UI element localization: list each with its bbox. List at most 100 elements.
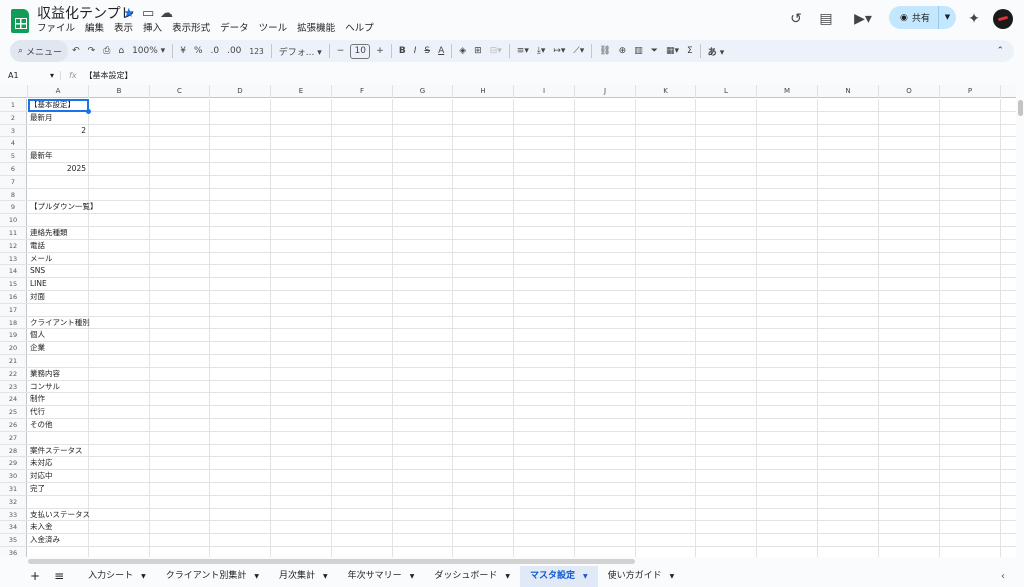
column-header[interactable]: A	[28, 85, 89, 98]
menu-item[interactable]: 編集	[85, 23, 104, 35]
italic-button[interactable]: I	[410, 46, 421, 56]
row-header[interactable]: 30	[0, 470, 27, 482]
row-header[interactable]: 14	[0, 265, 27, 278]
strikethrough-button[interactable]: S	[420, 46, 434, 56]
row-header[interactable]: 4	[0, 137, 27, 150]
vertical-scroll-thumb[interactable]	[1018, 100, 1023, 116]
insert-comment-icon[interactable]: ⊕	[615, 46, 631, 56]
share-dropdown-chevron-icon[interactable]: ▼	[938, 6, 956, 29]
row-header[interactable]: 1	[0, 99, 27, 111]
cell-a[interactable]: 連絡先種類	[28, 227, 88, 239]
paint-format-icon[interactable]: ⌂	[114, 46, 128, 56]
row-header[interactable]: 6	[0, 162, 27, 175]
row-header[interactable]: 3	[0, 124, 27, 137]
text-wrap-icon[interactable]: ↦▾	[549, 46, 569, 56]
column-header[interactable]: B	[89, 85, 150, 98]
share-button[interactable]: ◉ 共有 ▼	[889, 6, 956, 29]
row-header[interactable]: 17	[0, 303, 27, 316]
more-formats-button[interactable]: 123	[245, 47, 267, 56]
filter-icon[interactable]: ⏷	[647, 46, 662, 56]
functions-button[interactable]: Σ	[683, 46, 697, 56]
star-icon[interactable]: ★	[123, 6, 135, 21]
row-header[interactable]: 32	[0, 495, 27, 508]
merge-cells-icon[interactable]: ⊟▾	[486, 46, 506, 56]
column-header[interactable]: M	[757, 85, 818, 98]
menu-search[interactable]: ⌕ メニュー	[10, 40, 69, 62]
cell-a[interactable]: 企業	[28, 342, 88, 354]
row-header[interactable]: 29	[0, 457, 27, 470]
column-header[interactable]: F	[332, 85, 393, 98]
tab-menu-chevron-icon[interactable]: ▼	[670, 566, 675, 587]
font-select[interactable]: デフォ... ▾	[275, 45, 326, 58]
document-title[interactable]: 収益化テンプレ	[37, 5, 135, 23]
cell-a[interactable]: 支払いステータス	[28, 509, 90, 521]
row-header[interactable]: 8	[0, 188, 27, 201]
vertical-scrollbar[interactable]	[1016, 85, 1024, 557]
row-header[interactable]: 35	[0, 534, 27, 546]
sheet-tab[interactable]: 月次集計 ▼	[269, 566, 338, 587]
gemini-sparkle-icon[interactable]: ✦	[964, 9, 984, 29]
menu-item[interactable]: 表示形式	[172, 23, 210, 35]
collapse-toolbar-icon[interactable]: ⌃	[992, 46, 1014, 56]
row-header[interactable]: 9	[0, 201, 27, 214]
cell-a[interactable]	[28, 432, 88, 444]
cell-a[interactable]: クライアント種別	[28, 317, 90, 329]
column-header[interactable]: O	[879, 85, 940, 98]
tab-menu-chevron-icon[interactable]: ▼	[410, 566, 415, 587]
sheet-tab[interactable]: マスタ設定 ▼	[519, 566, 598, 587]
sheet-tab[interactable]: 使い方ガイド ▼	[598, 566, 685, 587]
row-header[interactable]: 15	[0, 278, 27, 290]
font-size-decrease-button[interactable]: −	[333, 46, 349, 56]
row-header[interactable]: 7	[0, 175, 27, 188]
row-header[interactable]: 28	[0, 444, 27, 457]
cloud-status-icon[interactable]: ☁	[160, 6, 173, 21]
cell-a[interactable]	[28, 496, 88, 508]
meet-icon[interactable]: ▶▾	[849, 9, 877, 29]
sheet-tab[interactable]: 年次サマリー ▼	[338, 566, 425, 587]
horizontal-align-icon[interactable]: ≡▾	[513, 46, 533, 56]
row-header[interactable]: 34	[0, 521, 27, 534]
cell-a[interactable]: 案件ステータス	[28, 445, 88, 457]
column-header[interactable]: H	[453, 85, 514, 98]
cell-a[interactable]: 制作	[28, 393, 88, 405]
cell-a[interactable]: LINE	[28, 278, 88, 290]
cell-a[interactable]: 対面	[28, 291, 88, 303]
add-sheet-button[interactable]: +	[0, 566, 48, 587]
menu-item[interactable]: データ	[220, 23, 249, 35]
cell-a[interactable]: 2025	[28, 163, 88, 175]
cell-a[interactable]: 【プルダウン一覧】	[28, 201, 98, 213]
name-box[interactable]: A1 ▾	[0, 71, 60, 80]
sheet-tab[interactable]: クライアント別集計 ▼	[156, 566, 269, 587]
column-header[interactable]: K	[636, 85, 696, 98]
menu-item[interactable]: 挿入	[143, 23, 162, 35]
column-header[interactable]: P	[940, 85, 1001, 98]
sheet-tab[interactable]: 入力シート ▼	[78, 566, 156, 587]
column-header[interactable]: L	[696, 85, 757, 98]
avatar[interactable]	[993, 9, 1013, 29]
row-header[interactable]: 22	[0, 367, 27, 380]
row-header[interactable]: 5	[0, 150, 27, 162]
bold-button[interactable]: B	[395, 46, 410, 56]
cell-a[interactable]: 電話	[28, 240, 88, 252]
column-header[interactable]: G	[393, 85, 453, 98]
cell-a[interactable]: 完了	[28, 483, 88, 495]
row-header[interactable]: 26	[0, 418, 27, 431]
tab-menu-chevron-icon[interactable]: ▼	[254, 566, 259, 587]
column-header[interactable]: I	[514, 85, 575, 98]
cell-a[interactable]: 2	[28, 125, 88, 137]
text-color-button[interactable]: A	[434, 46, 448, 56]
cell-a[interactable]: 業務内容	[28, 368, 88, 380]
menu-item[interactable]: ヘルプ	[345, 23, 374, 35]
row-header[interactable]: 27	[0, 431, 27, 444]
text-rotation-icon[interactable]: ⟋▾	[569, 46, 588, 56]
cell-a[interactable]: 最新月	[28, 112, 88, 124]
comments-icon[interactable]: ▤	[816, 9, 836, 29]
tab-menu-chevron-icon[interactable]: ▼	[505, 566, 510, 587]
zoom-select[interactable]: 100% ▾	[128, 46, 169, 56]
cell-a[interactable]: SNS	[28, 265, 88, 277]
cell-a[interactable]: 対応中	[28, 470, 88, 482]
filter-views-icon[interactable]: ▦▾	[662, 46, 683, 56]
percent-format-button[interactable]: %	[190, 46, 207, 56]
cell-a[interactable]: 未入金	[28, 521, 88, 533]
tab-menu-chevron-icon[interactable]: ▼	[141, 566, 146, 587]
